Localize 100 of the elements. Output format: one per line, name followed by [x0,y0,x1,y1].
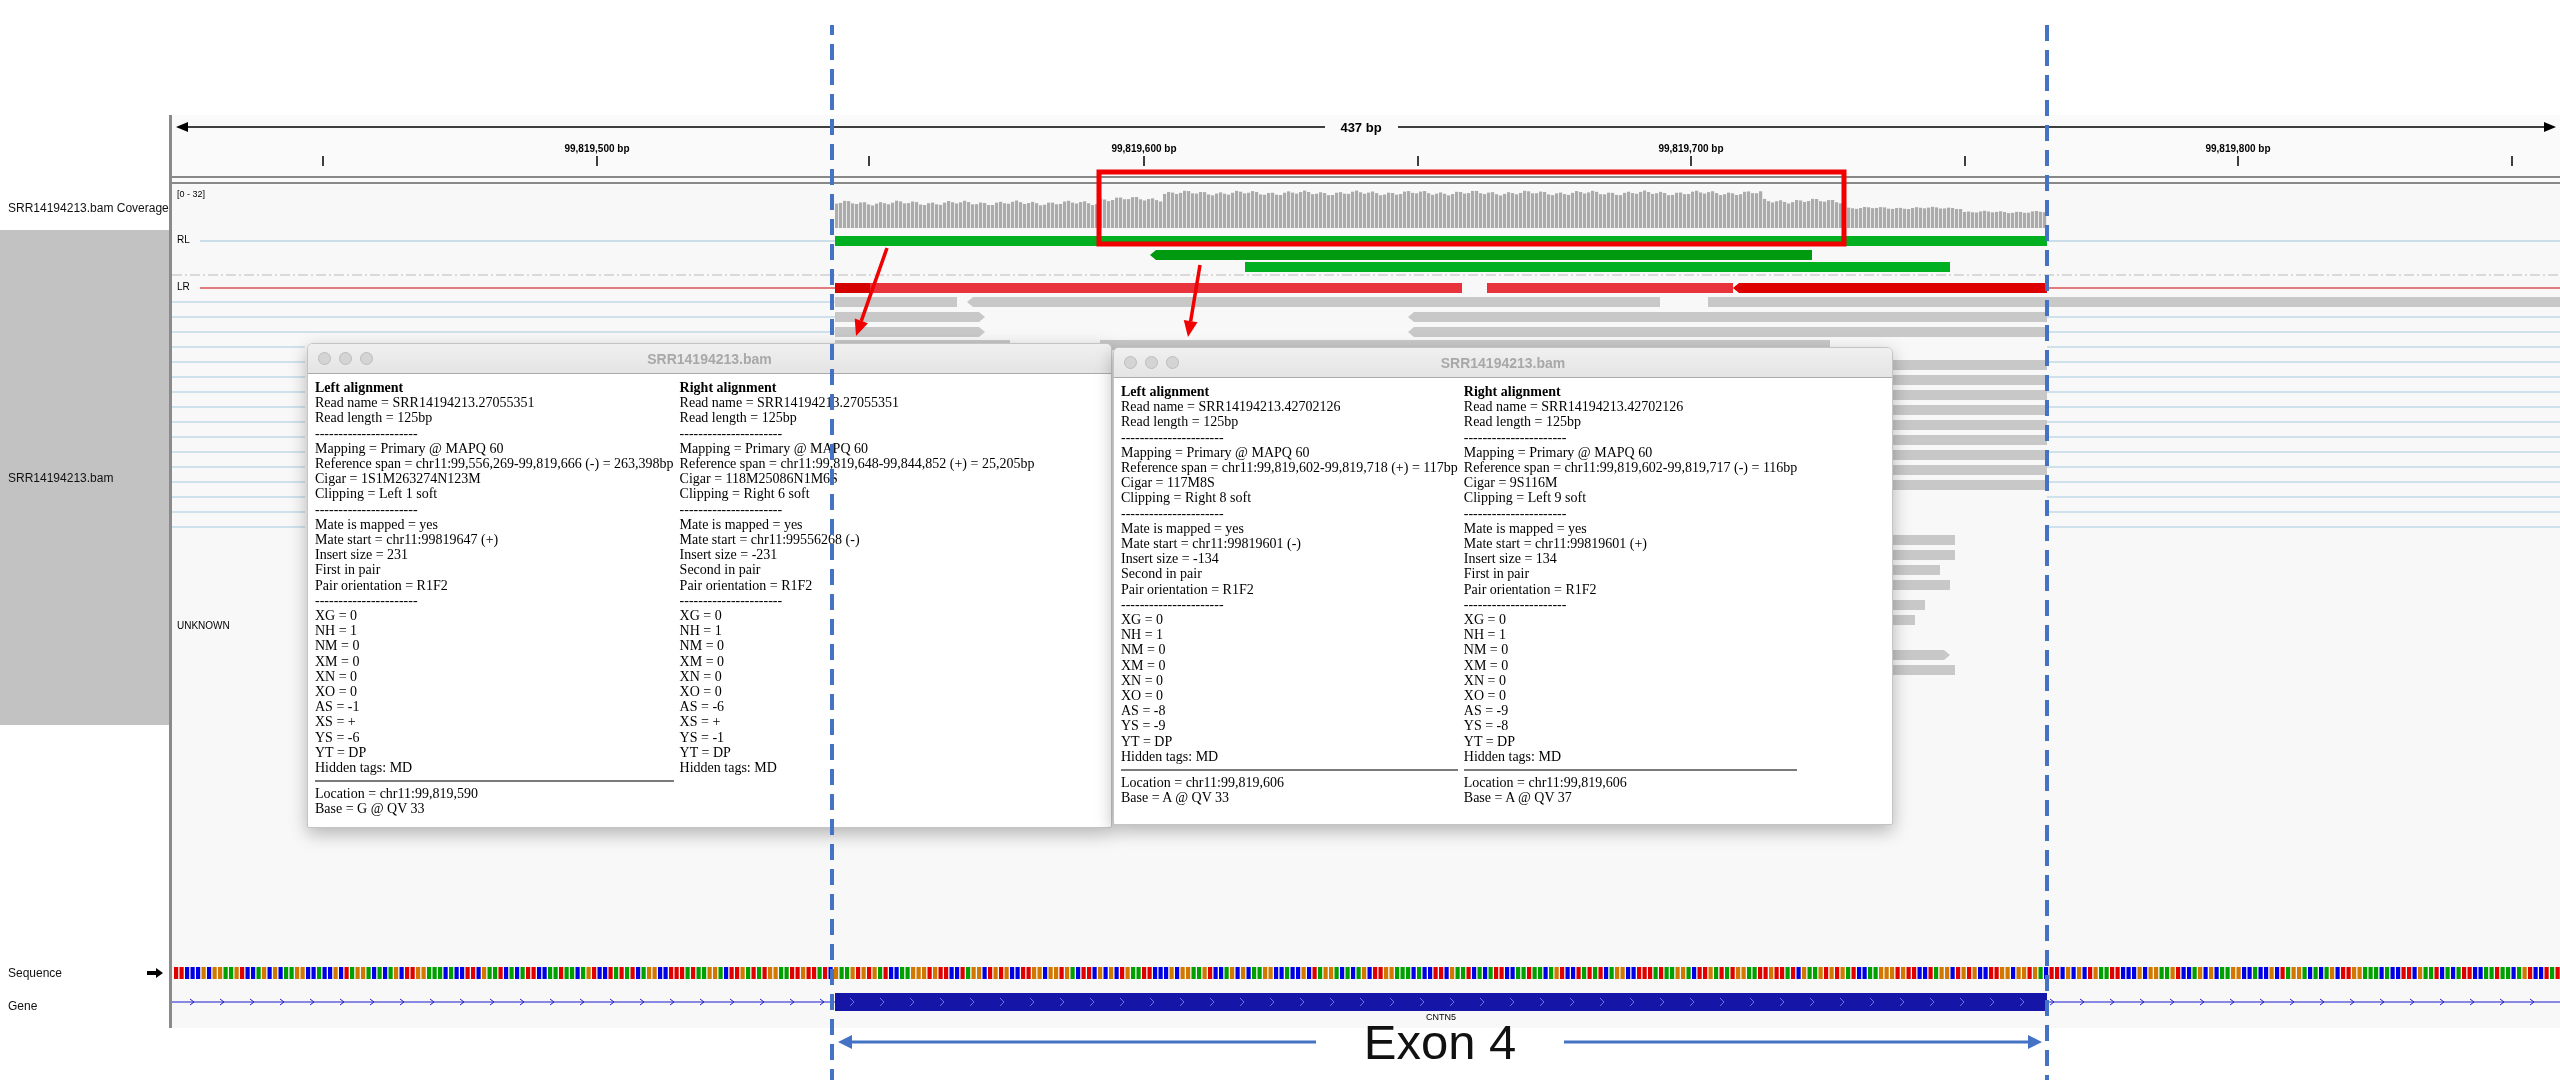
ruler-tick [1964,155,1966,167]
strand-arrow-icon[interactable] [147,968,163,978]
popup-text-line: ---------------------- [679,425,784,441]
popup-text-line: Hidden tags: MD [1121,748,1220,765]
popup-text-line: XN = 0 [315,668,359,685]
popup-text-line: NH = 1 [679,623,723,639]
popup-text-line: Insert size = -134 [1121,551,1220,567]
ruler-tick-label: 99,819,800 bp [2205,143,2271,154]
popup-text-line: YT = DP [315,744,368,761]
gene-name: CNTN5 [1426,1012,1456,1022]
popup-text-line: Mate start = chr11:99556268 (-) [679,532,861,548]
popup-text-line: NM = 0 [679,638,726,654]
popup-text-line: XS = + [315,714,357,730]
ruler-tick-label: 99,819,700 bp [1658,143,1724,154]
ruler-tick [1690,155,1692,167]
popup-text-line: Mate is mapped = yes [679,516,804,533]
close-button[interactable] [1124,356,1137,369]
popup-text-line: ---------------------- [1463,505,1568,521]
popup-text-line: ---------------------- [1121,429,1225,445]
exon-label: Exon 4 [1363,1024,1517,1060]
popup-text-line: Location = chr11:99,819,590 [315,786,479,802]
close-button[interactable] [318,352,331,365]
popup-text-line: Base = A @ QV 33 [1121,790,1231,806]
popup-text-line: Mapping = Primary @ MAPQ 60 [1463,444,1654,460]
popup-text-line: ---------------------- [679,592,784,609]
popup-text-line: Insert size = 134 [1463,551,1558,567]
popup-heading: Right alignment [1463,384,1562,400]
popup-text-line: Cigar = 117M8S [1121,475,1216,491]
minimize-button[interactable] [1145,356,1158,369]
popup-text-line: XN = 0 [679,668,723,685]
ruler-tick [2511,155,2513,167]
popup-heading: Right alignment [679,380,778,396]
ruler-tick-label: 99,819,600 bp [1111,143,1177,154]
popup-text-line: ---------------------- [1463,429,1568,445]
popup-text-line: YS = -9 [1121,718,1167,734]
data-range-label: [0 - 32] [177,189,205,199]
popup-text-line: Mate start = chr11:99819601 (-) [1121,536,1302,552]
popup-text-line: ---------------------- [315,425,419,441]
popup-text-line: XN = 0 [1463,672,1507,689]
popup-text-line: Reference span = chr11:99,819,602-99,819,717 (-) = 116bp [1463,460,1798,476]
zoom-button[interactable] [1166,356,1179,369]
popup-text-line: ---------------------- [1121,596,1225,613]
popup-text-line: AS = -1 [315,699,361,715]
popup-text-line: Base = A @ QV 37 [1463,790,1573,806]
popup-text-line: XO = 0 [315,684,359,700]
popup-text-line: Second in pair [1121,566,1203,582]
popup-text-line: ---------------------- [315,592,419,609]
track-name: SRR14194213.bam Coverage [8,200,169,215]
popup-text-line: XM = 0 [1463,657,1510,673]
popup-text-line: ---------------------- [315,501,419,517]
group-label: LR [177,281,190,292]
popup-text-line: XG = 0 [679,608,723,624]
popup-text-line: Read name = SRR14194213.42702126 [1121,399,1342,415]
popup-text-line: YS = -1 [679,729,726,745]
popup-text-line: AS = -9 [1463,703,1510,719]
popup-text-line: Pair orientation = R1F2 [1463,581,1598,597]
popup-text-line: Reference span = chr11:99,556,269-99,819,666 (-) = 263,398bp [315,456,674,472]
popup-text-line: XM = 0 [1121,657,1167,673]
popup-text-line: Hidden tags: MD [679,760,778,776]
popup-text-line: Clipping = Left 1 soft [315,486,439,502]
popup-text-line: Reference span = chr11:99,819,648-99,844,852 (+) = 25,205bp [679,456,1035,472]
popup-text-line: Mate is mapped = yes [315,516,439,533]
popup-text-line: Read name = SRR14194213.42702126 [1463,399,1685,415]
popup-text-line: Read length = 125bp [1463,414,1582,430]
popup-text-line: Reference span = chr11:99,819,602-99,819,718 (+) = 117bp [1121,460,1458,476]
popup-text-line: Location = chr11:99,819,606 [1121,775,1285,791]
popup-text-line: Base = G @ QV 33 [315,801,426,817]
ruler-tick-label: 99,819,500 bp [564,143,630,154]
popup-text-line: AS = -6 [679,699,726,715]
popup-text-line: Read name = SRR14194213.27055351 [315,395,536,411]
ruler-tick [322,155,324,167]
popup-text-line: Mate is mapped = yes [1463,520,1588,537]
ruler-tick [868,155,870,167]
minimize-button[interactable] [339,352,352,365]
popup-text-line: Read length = 125bp [1121,414,1240,430]
track-name: Gene [8,999,38,1013]
popup-text-line: First in pair [315,562,382,578]
popup-text-line: NH = 1 [1121,627,1165,643]
popup-text-line: Cigar = 1S1M263274N123M [315,471,482,487]
popup-text-line: Location = chr11:99,819,606 [1463,775,1628,791]
popup-text-line: XG = 0 [1121,612,1165,628]
popup-text-line: AS = -8 [1121,703,1167,719]
zoom-button[interactable] [360,352,373,365]
popup-text-line: Mate start = chr11:99819601 (+) [1463,536,1649,552]
popup-text-line: Hidden tags: MD [1463,748,1562,765]
window-title: SRR14194213.bam [1439,354,1567,371]
popup-text-line: XM = 0 [315,653,361,669]
popup-text-line: ---------------------- [1463,596,1568,613]
popup-text-line: First in pair [1463,566,1531,582]
track-name: Sequence [8,966,63,980]
popup-text-line: XN = 0 [1121,672,1165,689]
popup-text-line: ---------------------- [679,501,784,517]
popup-text-line: Mapping = Primary @ MAPQ 60 [1121,444,1311,460]
popup-text-line: Pair orientation = R1F2 [679,577,814,593]
ruler-tick [596,155,598,167]
popup-text-line: Clipping = Left 9 soft [1463,490,1588,506]
popup-text-line: Mate is mapped = yes [1121,520,1245,537]
track-name: SRR14194213.bam [8,470,114,485]
popup-text-line: NM = 0 [1121,642,1167,658]
ruler-tick [1417,155,1419,167]
